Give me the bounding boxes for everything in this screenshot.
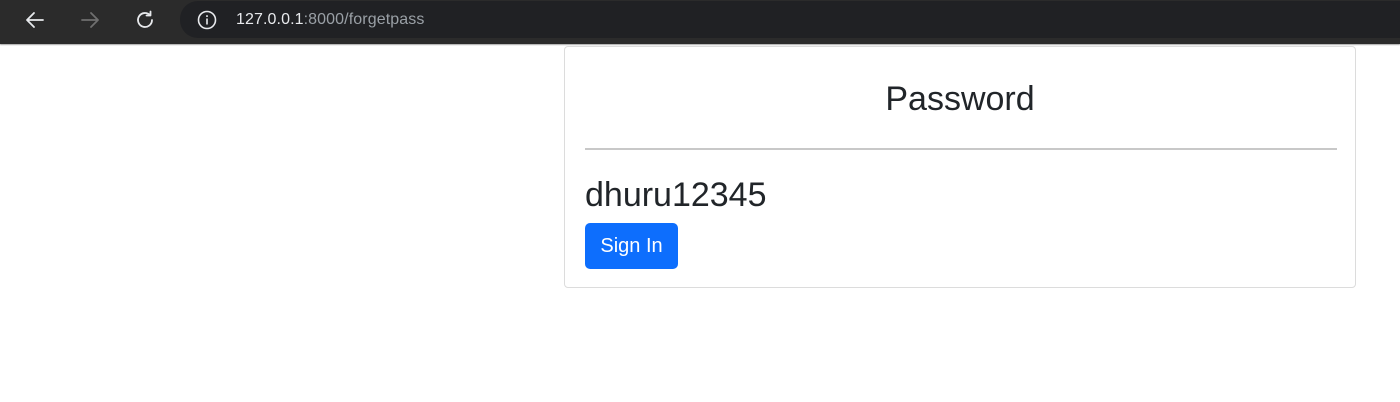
arrow-right-icon — [81, 12, 99, 28]
divider — [585, 148, 1337, 150]
browser-toolbar: 127.0.0.1:8000/forgetpass — [0, 0, 1400, 44]
reload-icon — [137, 10, 153, 28]
sign-in-button[interactable]: Sign In — [585, 223, 678, 269]
url-host: 127.0.0.1 — [236, 10, 304, 28]
address-bar[interactable]: 127.0.0.1:8000/forgetpass — [180, 1, 1400, 38]
info-icon[interactable] — [196, 9, 218, 31]
password-card: Password dhuru12345 Sign In — [564, 46, 1356, 288]
password-value: dhuru12345 — [585, 176, 767, 214]
forward-button[interactable] — [73, 5, 107, 35]
address-url[interactable]: 127.0.0.1:8000/forgetpass — [236, 11, 424, 29]
arrow-left-icon — [26, 12, 44, 28]
card-title: Password — [885, 80, 1035, 118]
reload-button[interactable] — [128, 5, 162, 35]
back-button[interactable] — [18, 5, 52, 35]
url-path: :8000/forgetpass — [303, 10, 425, 28]
